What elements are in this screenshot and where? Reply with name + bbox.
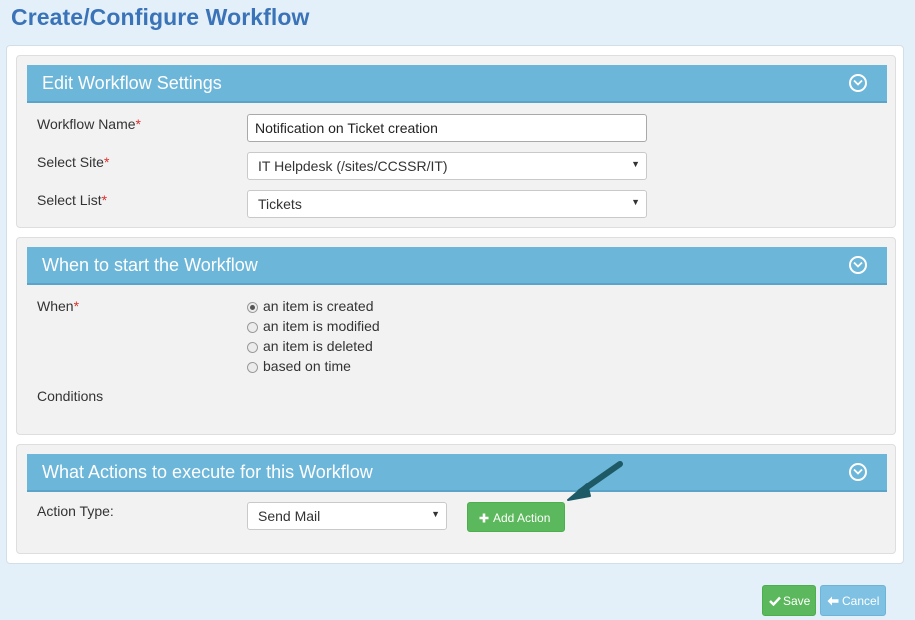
chevron-circle-down-icon[interactable] xyxy=(849,463,867,481)
actions-panel: What Actions to execute for this Workflo… xyxy=(16,444,896,554)
settings-panel-header[interactable]: Edit Workflow Settings xyxy=(27,65,887,103)
select-site-label: Select Site* xyxy=(37,154,110,170)
start-panel-title: When to start the Workflow xyxy=(42,255,258,275)
site-select-value: IT Helpdesk (/sites/CCSSR/IT) xyxy=(258,158,448,174)
workflow-name-label: Workflow Name* xyxy=(37,116,141,132)
site-select[interactable]: IT Helpdesk (/sites/CCSSR/IT) ▼ xyxy=(247,152,647,180)
caret-down-icon: ▼ xyxy=(631,197,640,207)
radio-item-created[interactable]: an item is created xyxy=(247,298,374,314)
add-action-button[interactable]: Add Action xyxy=(467,502,565,532)
plus-icon xyxy=(479,513,489,523)
radio-item-deleted[interactable]: an item is deleted xyxy=(247,338,373,354)
list-select[interactable]: Tickets ▼ xyxy=(247,190,647,218)
settings-panel-title: Edit Workflow Settings xyxy=(42,73,222,93)
caret-down-icon: ▼ xyxy=(631,159,640,169)
radio-button[interactable] xyxy=(247,362,258,373)
actions-panel-title: What Actions to execute for this Workflo… xyxy=(42,462,373,482)
radio-button[interactable] xyxy=(247,302,258,313)
caret-down-icon: ▼ xyxy=(431,509,440,519)
chevron-circle-down-icon[interactable] xyxy=(849,74,867,92)
workflow-form: Edit Workflow Settings Workflow Name* No… xyxy=(6,45,904,564)
action-type-value: Send Mail xyxy=(258,508,321,524)
radio-item-modified[interactable]: an item is modified xyxy=(247,318,380,334)
start-panel-header[interactable]: When to start the Workflow xyxy=(27,247,887,285)
select-list-label: Select List* xyxy=(37,192,108,208)
action-type-label: Action Type: xyxy=(37,503,114,519)
cancel-button[interactable]: Cancel xyxy=(820,585,886,616)
radio-button[interactable] xyxy=(247,322,258,333)
list-select-value: Tickets xyxy=(258,196,302,212)
arrow-left-icon xyxy=(827,596,839,606)
radio-button[interactable] xyxy=(247,342,258,353)
radio-based-on-time[interactable]: based on time xyxy=(247,358,351,374)
workflow-name-input[interactable]: Notification on Ticket creation xyxy=(247,114,647,142)
page-title: Create/Configure Workflow xyxy=(11,4,310,30)
chevron-circle-down-icon[interactable] xyxy=(849,256,867,274)
action-type-select[interactable]: Send Mail ▼ xyxy=(247,502,447,530)
save-button[interactable]: Save xyxy=(762,585,816,616)
settings-panel: Edit Workflow Settings Workflow Name* No… xyxy=(16,55,896,228)
start-panel: When to start the Workflow When* an item… xyxy=(16,237,896,435)
check-icon xyxy=(769,596,781,607)
actions-panel-header[interactable]: What Actions to execute for this Workflo… xyxy=(27,454,887,492)
conditions-label: Conditions xyxy=(37,388,104,404)
when-label: When* xyxy=(37,298,80,314)
annotation-arrow-icon xyxy=(567,461,623,501)
